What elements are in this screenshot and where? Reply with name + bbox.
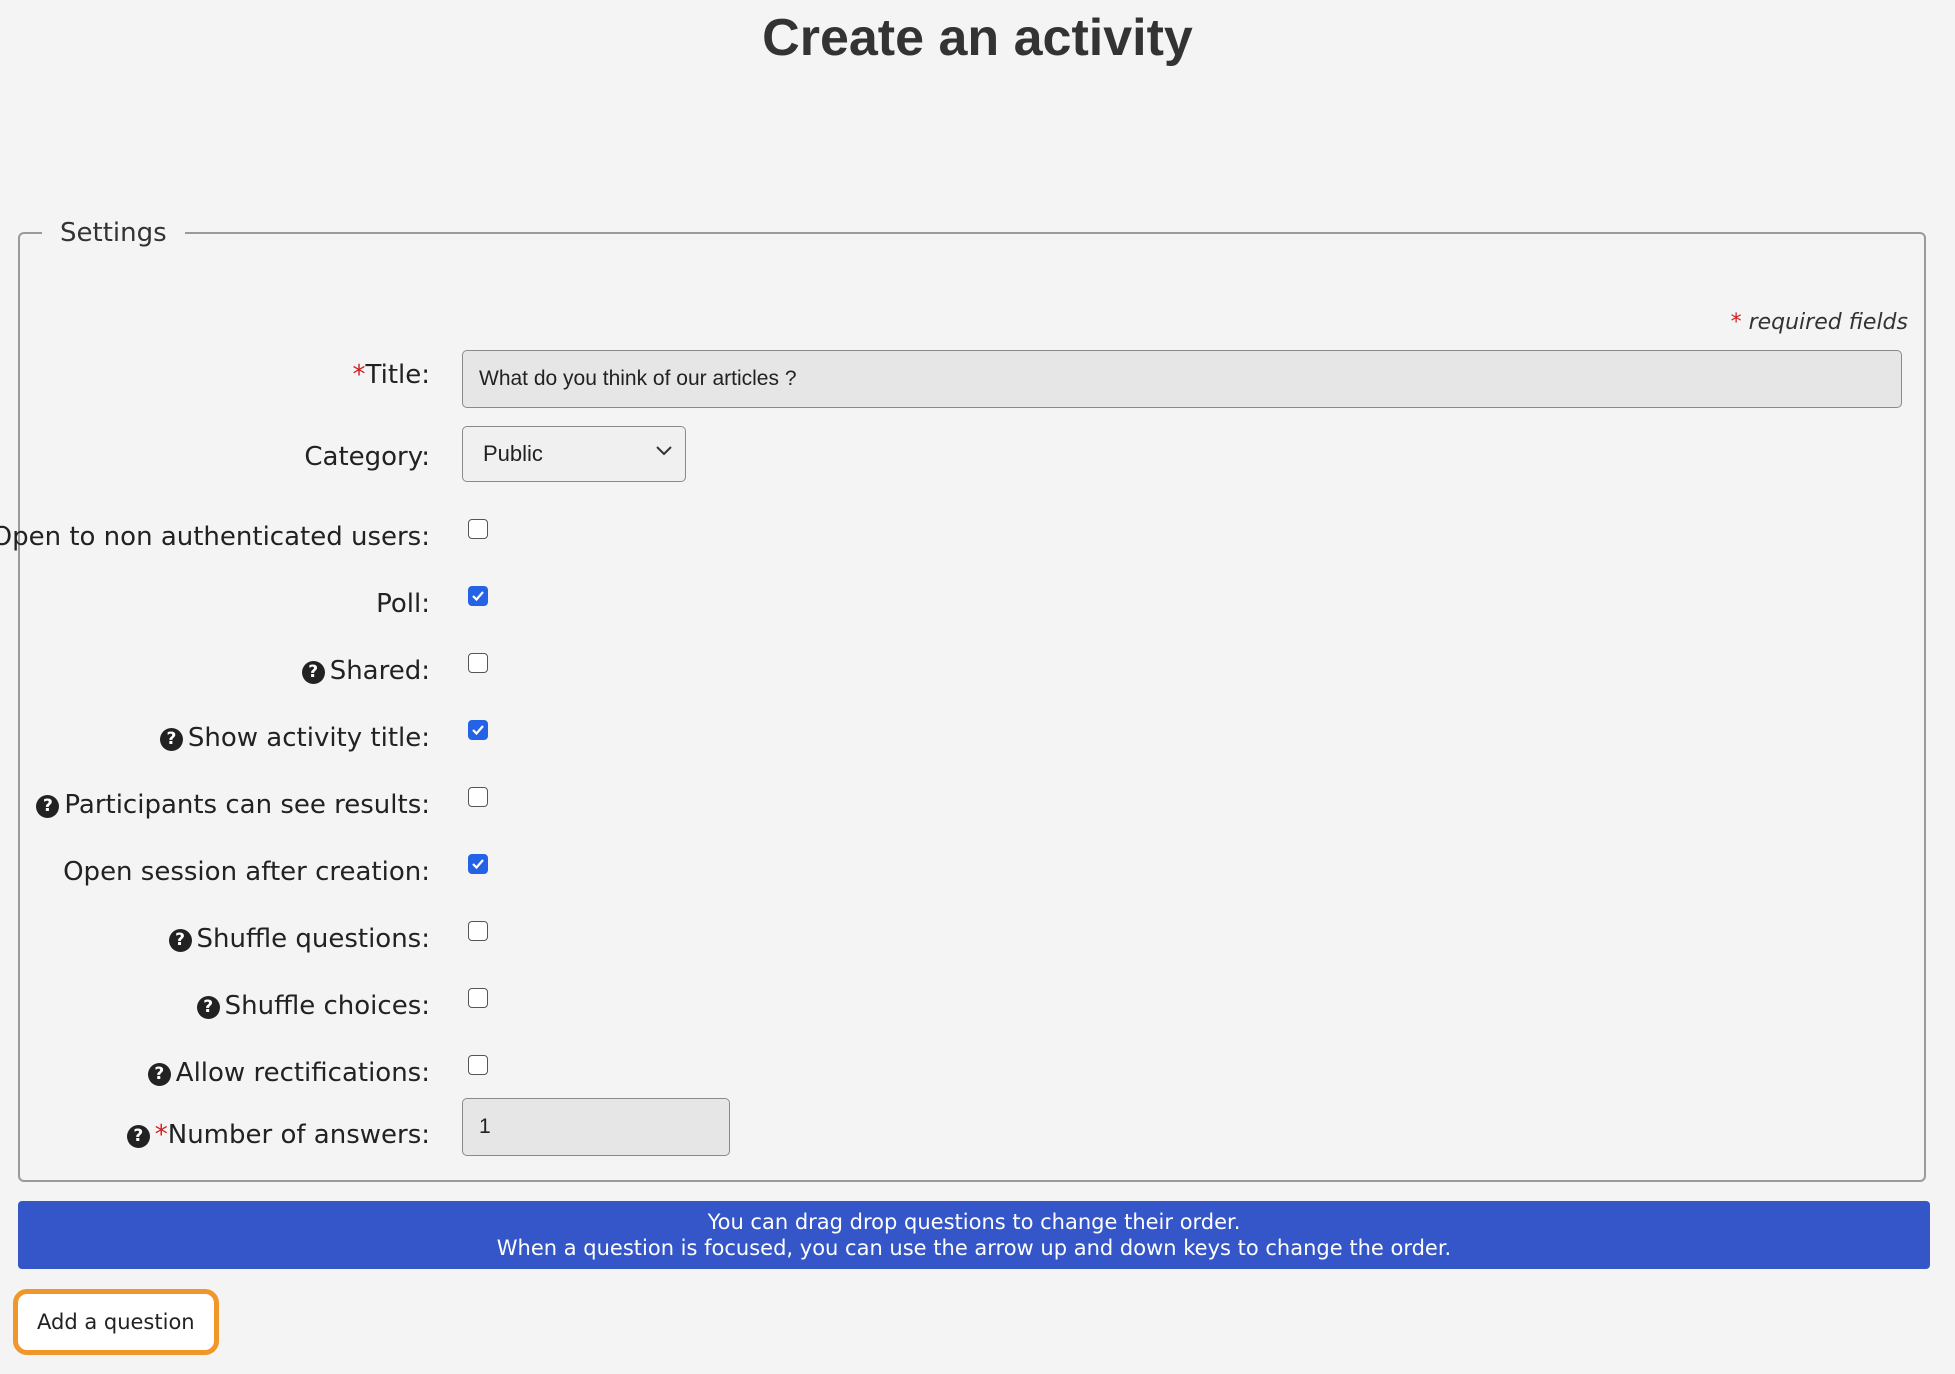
option-label-show-activity-title: ? Show activity title: (159, 723, 430, 753)
category-select[interactable]: Public (462, 426, 686, 482)
settings-fieldset: Settings * required fields *Title: What … (0, 218, 1926, 1182)
required-star: * (154, 1120, 168, 1150)
required-star: * (1730, 310, 1742, 335)
required-note-text: required fields (1748, 310, 1908, 335)
option-label-open-to-non-authenticated-users: Open to non authenticated users: (0, 522, 430, 552)
required-fields-note: * required fields (1731, 310, 1908, 335)
option-label-shuffle-choices: ? Shuffle choices: (196, 991, 430, 1021)
checkbox-shared[interactable] (468, 653, 488, 673)
reorder-info-banner: You can drag drop questions to change th… (18, 1201, 1930, 1269)
checkmark-icon (472, 859, 484, 870)
option-label-allow-rectifications: ? Allow rectifications: (147, 1058, 430, 1088)
checkmark-icon (472, 591, 484, 602)
question-circle-icon[interactable]: ? (196, 996, 220, 1019)
title-input[interactable]: What do you think of our articles ? (462, 350, 1902, 408)
option-label-open-session-after-creation: Open session after creation: (63, 857, 430, 887)
banner-line-1: You can drag drop questions to change th… (707, 1210, 1241, 1234)
checkbox-allow-rectifications[interactable] (468, 1055, 488, 1075)
question-circle-icon[interactable]: ? (126, 1125, 150, 1148)
checkmark-icon (472, 725, 484, 736)
question-circle-icon[interactable]: ? (147, 1063, 171, 1086)
checkbox-shuffle-choices[interactable] (468, 988, 488, 1008)
option-label-shared: ? Shared: (301, 656, 430, 686)
option-label-poll: Poll: (376, 589, 430, 619)
number-of-answers-label: ? *Number of answers: (126, 1120, 430, 1150)
option-label-participants-can-see-results: ? Participants can see results: (36, 790, 430, 820)
category-selected-value: Public (483, 441, 543, 466)
add-question-button[interactable]: Add a question (13, 1289, 219, 1355)
checkbox-open-session-after-creation[interactable] (468, 854, 488, 874)
category-label: Category: (304, 442, 430, 472)
checkbox-poll[interactable] (468, 586, 488, 606)
required-star: * (352, 360, 366, 390)
number-of-answers-input[interactable]: 1 (462, 1098, 730, 1156)
banner-line-2: When a question is focused, you can use … (496, 1236, 1452, 1260)
page-title: Create an activity (762, 9, 1193, 67)
settings-legend: Settings (60, 218, 167, 248)
option-label-shuffle-questions: ? Shuffle questions: (168, 924, 430, 954)
checkbox-shuffle-questions[interactable] (468, 921, 488, 941)
checkbox-participants-can-see-results[interactable] (468, 787, 488, 807)
chevron-down-icon (656, 446, 672, 456)
question-circle-icon[interactable]: ? (159, 728, 183, 751)
question-circle-icon[interactable]: ? (168, 929, 192, 952)
checkbox-show-activity-title[interactable] (468, 720, 488, 740)
checkbox-open-to-non-authenticated-users[interactable] (468, 519, 488, 539)
question-circle-icon[interactable]: ? (301, 661, 325, 684)
question-circle-icon[interactable]: ? (36, 795, 60, 818)
title-label: *Title: (352, 360, 430, 390)
